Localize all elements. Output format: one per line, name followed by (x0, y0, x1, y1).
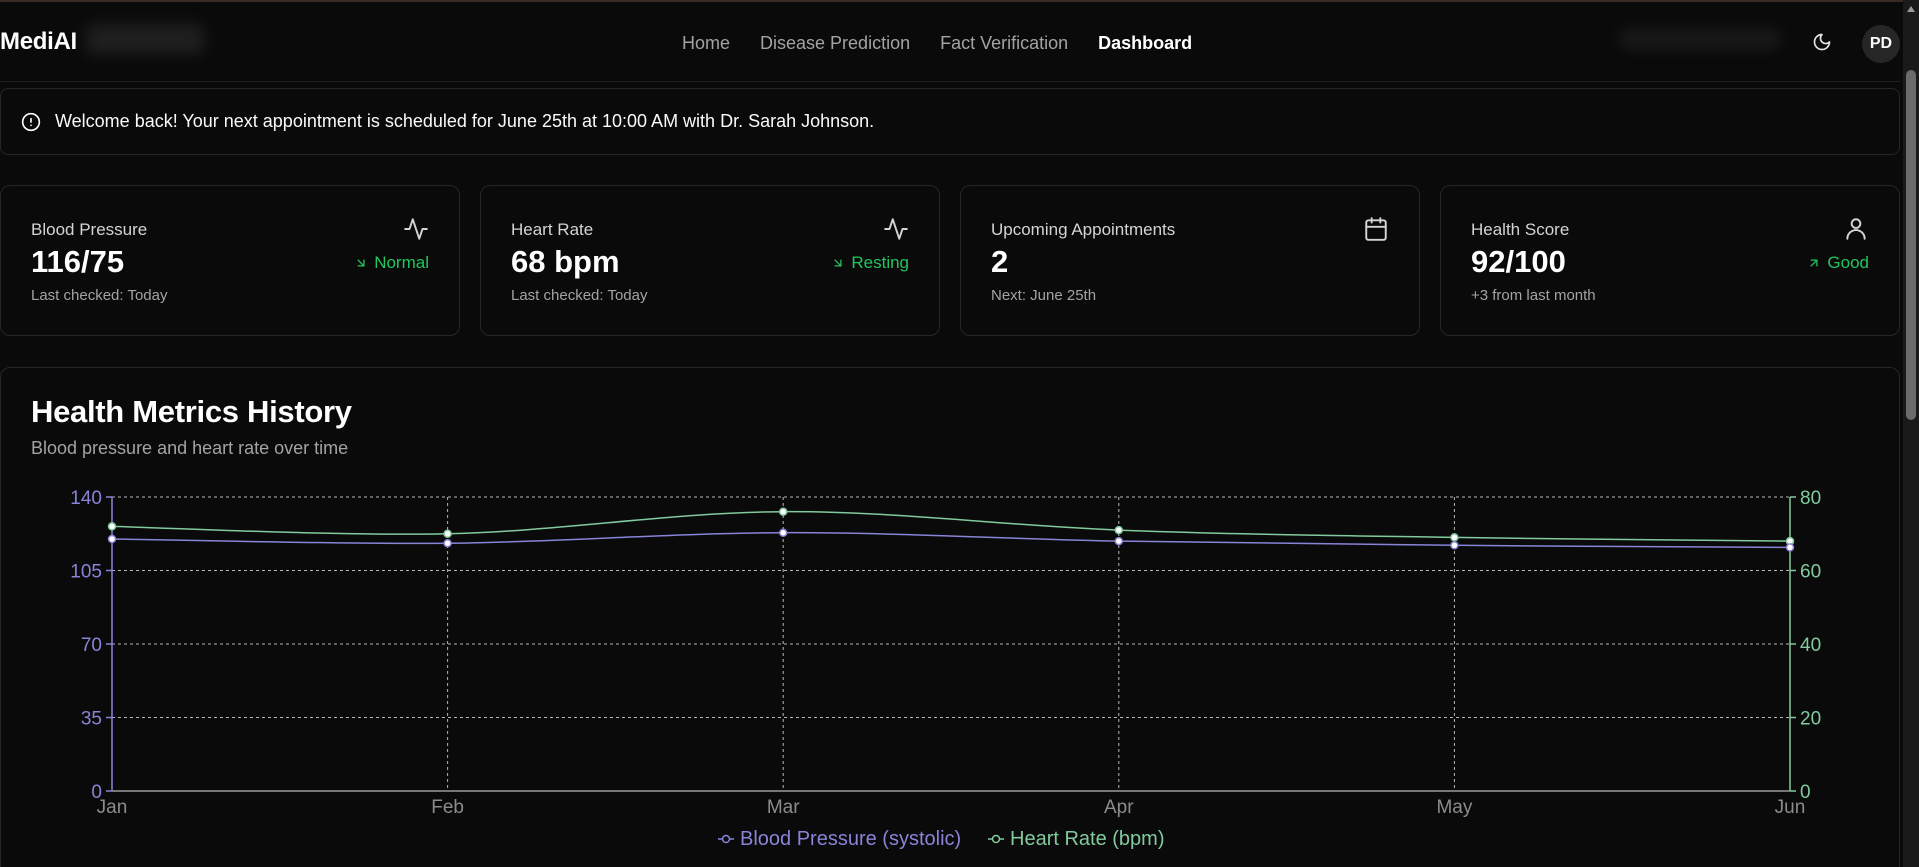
blood-pressure-card: Blood Pressure 116/75 Normal Last checke… (0, 185, 460, 336)
left-y-tick-label: 35 (81, 709, 102, 730)
left-y-tick-label: 70 (81, 635, 102, 656)
x-tick-label: May (1436, 797, 1472, 818)
theme-toggle-button[interactable] (1810, 30, 1834, 54)
health-metrics-line-chart: 03570105140020406080Jan Feb Mar Apr May JunBl… (70, 488, 1821, 850)
card-value: 116/75 (31, 244, 125, 279)
nav-link-home[interactable]: Home (682, 33, 730, 54)
card-trend-label: Normal (374, 253, 429, 272)
heart-rate-point (107, 522, 117, 531)
x-tick-label: Feb (431, 797, 464, 818)
blood-pressure-point (443, 538, 452, 548)
scroll-up-arrow-icon[interactable] (1906, 4, 1916, 14)
alert-circle-icon (21, 112, 41, 131)
card-title: Upcoming Appointments (991, 220, 1176, 239)
arrow-up-right-icon (1810, 259, 1818, 267)
heart-rate-point (778, 507, 788, 516)
card-subtext: Next: June 25th (991, 287, 1097, 304)
heart-rate-legend-marker (991, 834, 1001, 844)
right-y-tick-label: 20 (1800, 709, 1821, 730)
user-icon (1846, 218, 1866, 240)
right-y-tick-label: 40 (1800, 635, 1821, 656)
card-value: 92/100 (1471, 244, 1566, 279)
user-avatar[interactable]: PD (1862, 25, 1900, 63)
card-trend-label: Resting (851, 253, 909, 272)
left-y-tick-label: 105 (70, 562, 102, 583)
activity-icon (404, 218, 428, 240)
blood-pressure-legend-label: Blood Pressure (systolic) (740, 828, 961, 850)
card-value: 68 bpm (511, 244, 620, 279)
blood-pressure-point (1114, 536, 1124, 546)
top-navbar: MediAI Home Disease Prediction Fact Veri… (0, 2, 1900, 82)
left-y-tick-label: 140 (70, 488, 102, 509)
nav-link-fact-verification[interactable]: Fact Verification (940, 33, 1068, 54)
blurred-region (1620, 28, 1780, 50)
calendar-icon (1365, 217, 1387, 241)
blood-pressure-point (107, 534, 117, 544)
x-tick-label: Mar (767, 797, 800, 818)
heart-rate-legend-label: Heart Rate (bpm) (1010, 828, 1165, 850)
x-tick-label: Jun (1775, 797, 1806, 818)
alert-message: Welcome back! Your next appointment is s… (55, 111, 875, 131)
card-subtext: Last checked: Today (31, 287, 168, 304)
card-title: Blood Pressure (31, 220, 148, 239)
blood-pressure-point (778, 528, 788, 537)
card-value: 2 (991, 244, 1009, 279)
blood-pressure-point (1785, 543, 1795, 552)
blurred-region (86, 24, 204, 54)
blood-pressure-point (1450, 541, 1459, 550)
card-subtext: +3 from last month (1471, 287, 1596, 304)
appointments-card: Upcoming Appointments 2 Next: June 25th (960, 185, 1420, 336)
main-nav: Home Disease Prediction Fact Verificatio… (682, 33, 1192, 54)
heart-rate-card: Heart Rate 68 bpm Resting Last checked: … (480, 185, 940, 336)
card-trend-label: Good (1827, 253, 1869, 272)
x-tick-label: Apr (1104, 797, 1134, 818)
card-title: Heart Rate (511, 220, 594, 239)
blood-pressure-legend-marker (721, 834, 731, 844)
blood-pressure-line (111, 531, 1791, 549)
scrollbar-thumb[interactable] (1906, 70, 1916, 420)
right-y-tick-label: 80 (1800, 488, 1821, 509)
nav-link-disease-prediction[interactable]: Disease Prediction (760, 33, 910, 54)
appointment-alert: Welcome back! Your next appointment is s… (0, 88, 1900, 155)
activity-icon (884, 218, 908, 240)
moon-icon (1813, 33, 1831, 51)
heart-rate-point (443, 529, 452, 538)
brand-logo[interactable]: MediAI (0, 28, 77, 56)
card-trend: Normal (354, 253, 429, 273)
x-tick-label: Jan (97, 797, 128, 818)
card-subtext: Last checked: Today (511, 287, 648, 304)
nav-link-dashboard[interactable]: Dashboard (1098, 33, 1192, 54)
right-y-tick-label: 60 (1800, 562, 1821, 583)
arrow-down-right-icon (834, 259, 842, 267)
card-title: Health Score (1471, 220, 1570, 239)
card-trend: Resting (831, 253, 909, 273)
heart-rate-point (1450, 533, 1459, 542)
health-score-card: Health Score 92/100 Good +3 from last mo… (1440, 185, 1900, 336)
heart-rate-point (1114, 525, 1124, 535)
card-trend: Good (1807, 253, 1869, 273)
arrow-down-right-icon (357, 259, 365, 267)
